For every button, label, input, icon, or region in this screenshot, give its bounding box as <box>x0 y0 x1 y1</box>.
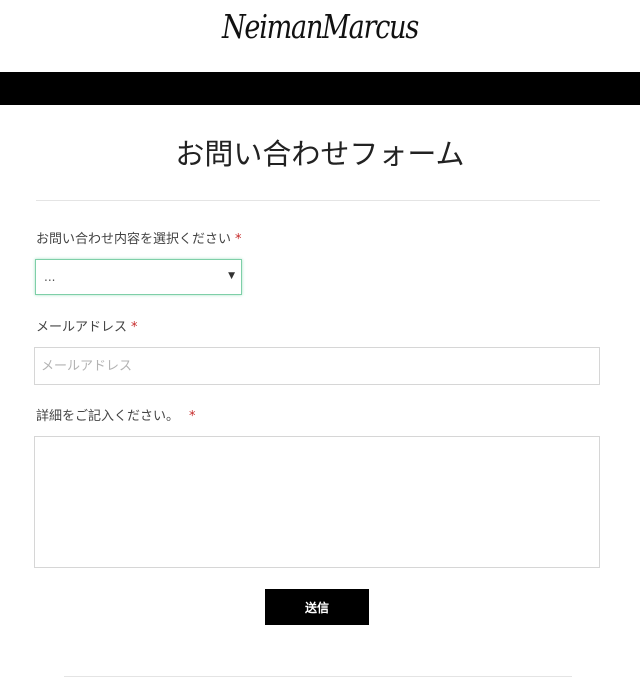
email-field[interactable] <box>34 347 600 385</box>
title-divider <box>36 200 600 201</box>
navigation-bar <box>0 72 640 105</box>
inquiry-type-select[interactable]: ... ▼ <box>35 259 242 295</box>
inquiry-type-label: お問い合わせ内容を選択ください * <box>36 233 242 246</box>
inquiry-type-label-text: お問い合わせ内容を選択ください <box>36 232 232 247</box>
footer-divider <box>64 676 572 677</box>
site-header: NeimanMarcus <box>0 0 640 72</box>
inquiry-type-selected-value: ... <box>44 270 56 284</box>
brand-logo[interactable]: NeimanMarcus <box>58 10 583 43</box>
details-label-text: 詳細をご記入ください。 <box>36 409 180 424</box>
details-textarea[interactable] <box>34 436 600 568</box>
required-mark: * <box>235 232 242 247</box>
page-title: お問い合わせフォーム <box>175 137 465 171</box>
details-label: 詳細をご記入ください。 * <box>36 410 196 423</box>
chevron-down-icon: ▼ <box>228 271 235 281</box>
email-label-text: メールアドレス <box>36 320 128 335</box>
required-mark: * <box>189 409 196 424</box>
email-label: メールアドレス * <box>36 321 138 334</box>
submit-button[interactable]: 送信 <box>265 589 369 625</box>
required-mark: * <box>131 320 138 335</box>
